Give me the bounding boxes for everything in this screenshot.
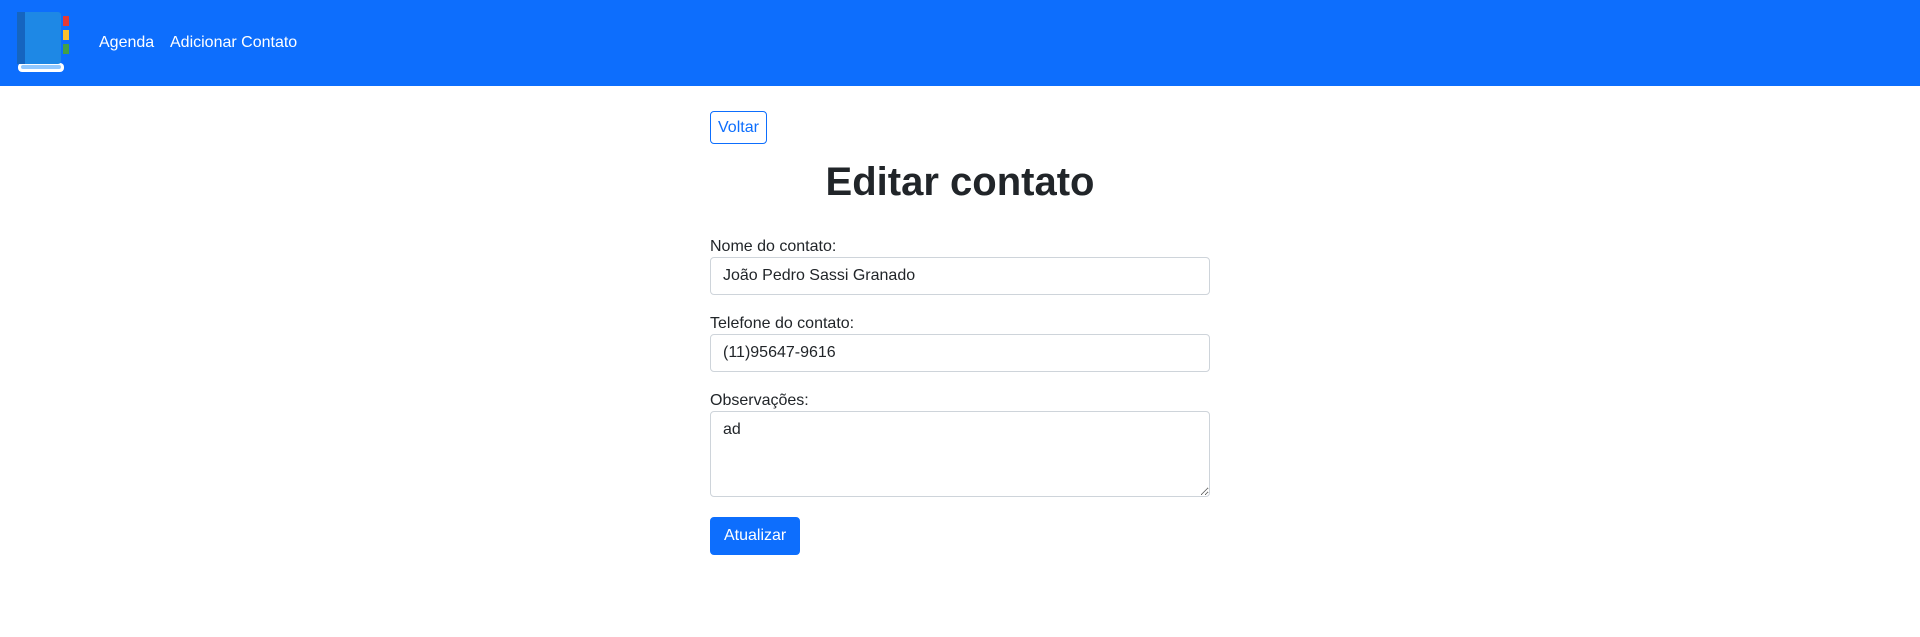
nav-link-add-contact[interactable]: Adicionar Contato [170, 33, 297, 53]
notes-label: Observações: [710, 392, 809, 409]
name-label: Nome do contato: [710, 238, 837, 255]
top-navbar: Agenda Adicionar Contato [0, 0, 1920, 86]
page-title: Editar contato [825, 160, 1095, 204]
phone-input[interactable] [710, 334, 1210, 372]
nav-link-agenda[interactable]: Agenda [99, 33, 154, 53]
back-button[interactable]: Voltar [710, 111, 767, 144]
notes-textarea[interactable]: ad [710, 411, 1210, 497]
address-book-icon[interactable] [17, 12, 73, 74]
update-button[interactable]: Atualizar [710, 517, 801, 555]
phone-label: Telefone do contato: [710, 315, 855, 332]
name-input[interactable] [710, 257, 1210, 295]
